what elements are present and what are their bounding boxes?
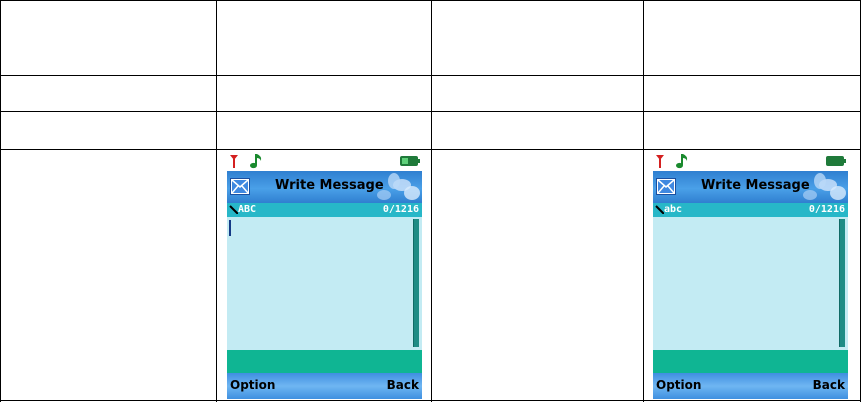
title-bar: Write Message: [227, 171, 422, 203]
softkey-bar: Option Back: [653, 373, 848, 399]
table-left-border: [0, 0, 1, 402]
input-mode-label: abc: [664, 204, 683, 215]
scrollbar[interactable]: [839, 219, 845, 347]
title-bar: Write Message: [653, 171, 848, 203]
phone-screen-uppercase: Write Message ABC 0/1216 Option Back: [227, 151, 422, 399]
envelope-icon: [656, 178, 676, 195]
music-note-icon: [250, 154, 262, 169]
table-col-divider: [643, 0, 644, 402]
screen-title: Write Message: [701, 178, 810, 193]
status-bar: [653, 151, 848, 171]
message-text-area[interactable]: [227, 217, 422, 350]
table-col-divider: [431, 0, 432, 402]
separator-bar: [227, 350, 422, 373]
antenna-icon: [230, 155, 238, 168]
option-softkey[interactable]: Option: [230, 378, 275, 392]
back-softkey[interactable]: Back: [387, 378, 419, 392]
softkey-bar: Option Back: [227, 373, 422, 399]
char-count: 0/1216: [808, 204, 845, 215]
scrollbar[interactable]: [413, 219, 419, 347]
battery-icon: [826, 156, 846, 166]
separator-bar: [653, 350, 848, 373]
phone-screen-lowercase: Write Message abc 0/1216 Option Back: [653, 151, 848, 399]
antenna-icon: [656, 155, 664, 168]
screen-title: Write Message: [275, 178, 384, 193]
table-col-divider: [216, 0, 217, 402]
input-info-bar: ABC 0/1216: [227, 203, 422, 217]
back-softkey[interactable]: Back: [813, 378, 845, 392]
input-info-bar: abc 0/1216: [653, 203, 848, 217]
message-text-area[interactable]: [653, 217, 848, 350]
battery-icon: [400, 156, 420, 166]
option-softkey[interactable]: Option: [656, 378, 701, 392]
text-cursor: [229, 220, 231, 236]
input-mode-label: ABC: [238, 204, 257, 215]
status-bar: [227, 151, 422, 171]
envelope-icon: [230, 178, 250, 195]
music-note-icon: [676, 154, 688, 169]
char-count: 0/1216: [382, 204, 419, 215]
